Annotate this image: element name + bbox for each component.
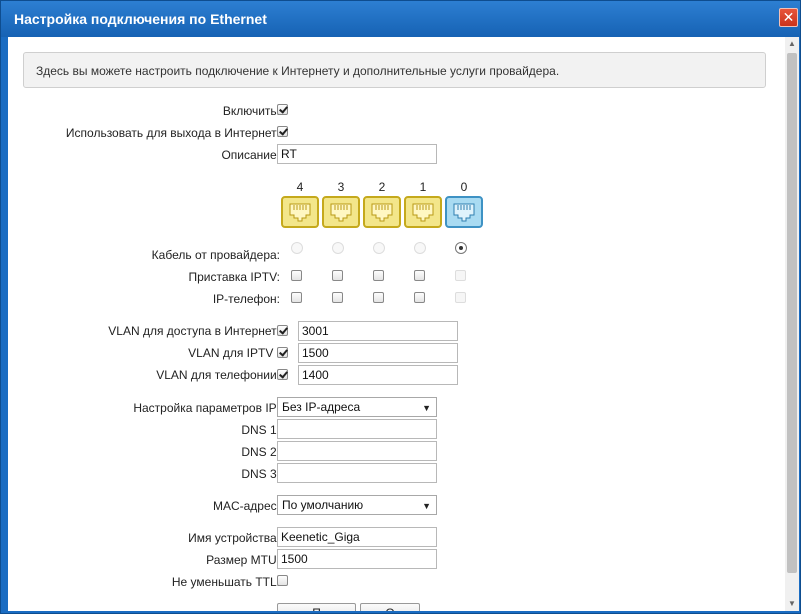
port-number-0: 0 [460,180,468,194]
provider-cable-label: Кабель от провайдера: [151,248,280,262]
dns3-input[interactable] [277,463,437,483]
iptv-checkbox-4[interactable] [291,270,302,281]
vlan-iptv-label: VLAN для IPTV : [188,346,280,360]
description-input[interactable]: RT [277,144,437,164]
mac-label: MAC-адрес: [212,499,280,513]
scroll-up-icon[interactable]: ▲ [785,37,799,51]
mtu-label: Размер MTU: [206,553,280,567]
scroll-thumb[interactable] [787,53,797,573]
device-name-input[interactable]: Keenetic_Giga [277,527,437,547]
vlan-phone-checkbox[interactable] [277,369,288,380]
port-number-1: 1 [419,180,427,194]
dialog-content: Здесь вы можете настроить подключение к … [8,37,785,611]
provider-cable-radio-2[interactable] [373,242,385,254]
enable-checkbox[interactable] [277,104,288,115]
dns2-label: DNS 2: [241,445,280,459]
ttl-label: Не уменьшать TTL: [171,575,280,589]
ethernet-port-icon [322,196,360,228]
ethernet-port-icon [281,196,319,228]
ip-phone-checkbox-3[interactable] [332,292,343,303]
ip-settings-value: Без IP-адреса [282,400,361,414]
device-name-label: Имя устройства: [188,531,280,545]
ttl-checkbox[interactable] [277,575,288,586]
dns3-label: DNS 3: [241,467,280,481]
cancel-button[interactable]: О [360,603,420,611]
provider-cable-radio-0[interactable] [455,242,467,254]
ethernet-port-icon [445,196,483,228]
iptv-checkbox-0 [455,270,466,281]
dns1-input[interactable] [277,419,437,439]
use-internet-checkbox[interactable] [277,126,288,137]
mac-value: По умолчанию [282,498,364,512]
mtu-input[interactable]: 1500 [277,549,437,569]
close-icon[interactable]: ✕ [779,8,798,27]
iptv-label: Приставка IPTV: [188,270,281,284]
provider-cable-radio-3[interactable] [332,242,344,254]
provider-cable-radio-4[interactable] [291,242,303,254]
vlan-internet-input[interactable]: 3001 [298,321,458,341]
dns1-label: DNS 1: [241,423,280,437]
port-number-4: 4 [296,180,304,194]
chevron-down-icon: ▼ [422,501,431,511]
chevron-down-icon: ▼ [422,403,431,413]
description-label: Описание: [221,148,280,162]
dns2-input[interactable] [277,441,437,461]
apply-button[interactable]: П [277,603,356,611]
vlan-phone-input[interactable]: 1400 [298,365,458,385]
ethernet-port-icon [363,196,401,228]
ip-phone-checkbox-2[interactable] [373,292,384,303]
provider-cable-radio-1[interactable] [414,242,426,254]
mac-select[interactable]: По умолчанию ▼ [277,495,437,515]
enable-label: Включить: [222,104,280,118]
iptv-checkbox-3[interactable] [332,270,343,281]
iptv-checkbox-2[interactable] [373,270,384,281]
vlan-internet-label: VLAN для доступа в Интернет: [108,324,280,338]
vlan-internet-checkbox[interactable] [277,325,288,336]
scroll-down-icon[interactable]: ▼ [785,597,799,611]
ip-phone-checkbox-4[interactable] [291,292,302,303]
use-internet-label: Использовать для выхода в Интернет: [65,126,280,140]
ip-settings-label: Настройка параметров IP: [133,401,280,415]
scrollbar[interactable]: ▲ ▼ [785,37,799,611]
dialog-title: Настройка подключения по Ethernet [14,11,267,27]
vlan-phone-label: VLAN для телефонии: [156,368,280,382]
ip-phone-checkbox-0 [455,292,466,303]
port-number-2: 2 [378,180,386,194]
info-message: Здесь вы можете настроить подключение к … [23,52,766,88]
iptv-checkbox-1[interactable] [414,270,425,281]
vlan-iptv-input[interactable]: 1500 [298,343,458,363]
ethernet-port-icon [404,196,442,228]
port-number-3: 3 [337,180,345,194]
ethernet-settings-dialog: Настройка подключения по Ethernet ✕ Здес… [0,0,801,614]
ip-phone-checkbox-1[interactable] [414,292,425,303]
vlan-iptv-checkbox[interactable] [277,347,288,358]
dialog-titlebar[interactable]: Настройка подключения по Ethernet ✕ [1,1,800,37]
ip-phone-label: IP-телефон: [212,292,280,306]
ip-settings-select[interactable]: Без IP-адреса ▼ [277,397,437,417]
